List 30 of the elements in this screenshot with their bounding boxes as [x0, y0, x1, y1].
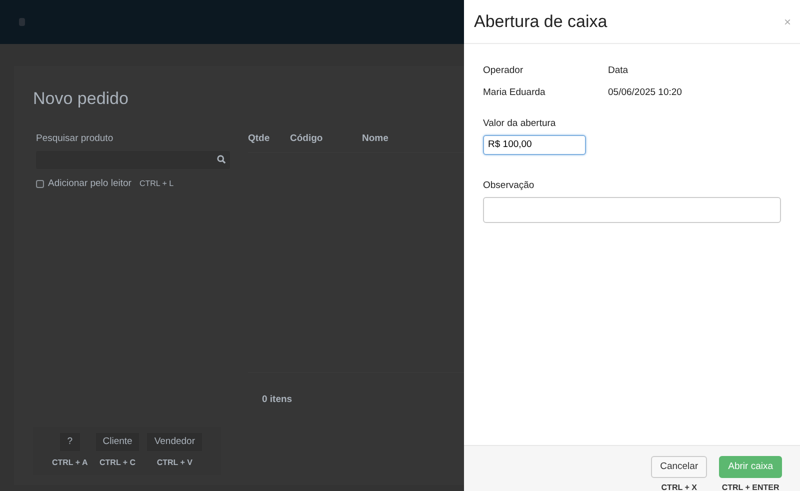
field-label: Observação [483, 178, 536, 193]
item-count: 0 itens [261, 392, 294, 406]
shortcut-hint: CTRL + X [661, 482, 697, 491]
checkbox-label: Adicionar pelo leitor [48, 176, 132, 191]
column-header: Nome [362, 132, 390, 146]
shortcut-hint: CTRL + C [100, 457, 136, 469]
column-header: Código [290, 132, 324, 146]
shortcut-hint: CTRL + ENTER [722, 482, 780, 491]
shortcut-hint: CTRL + V [156, 457, 192, 469]
search-field[interactable] [36, 150, 230, 169]
input-field[interactable] [483, 197, 781, 223]
page-title: Novo pedido [33, 88, 130, 110]
field-label: Valor da abertura [483, 116, 557, 130]
shortcut-button[interactable]: Vendedor [147, 432, 202, 451]
search-icon [217, 155, 226, 164]
column-header: Qtde [248, 132, 271, 146]
shortcut-button[interactable]: Cliente [96, 432, 140, 451]
field-label: Operador [483, 64, 524, 78]
cancel-button[interactable]: Cancelar [651, 456, 708, 478]
shortcut-button[interactable]: ? [60, 432, 80, 451]
field-label: Pesquisar produto [36, 132, 114, 146]
input-field[interactable]: R$ 100,00 [483, 134, 586, 155]
field-value: Maria Eduarda [483, 86, 546, 100]
shortcut-hint: CTRL + A [52, 457, 88, 469]
shortcut-hint: CTRL + L [139, 178, 174, 190]
field-label: Data [608, 64, 630, 78]
checkbox[interactable] [36, 180, 44, 188]
field-value: 05/06/2025 10:20 [608, 86, 683, 100]
panel-title: Abertura de caixa [474, 10, 608, 33]
logo-icon [19, 18, 25, 26]
